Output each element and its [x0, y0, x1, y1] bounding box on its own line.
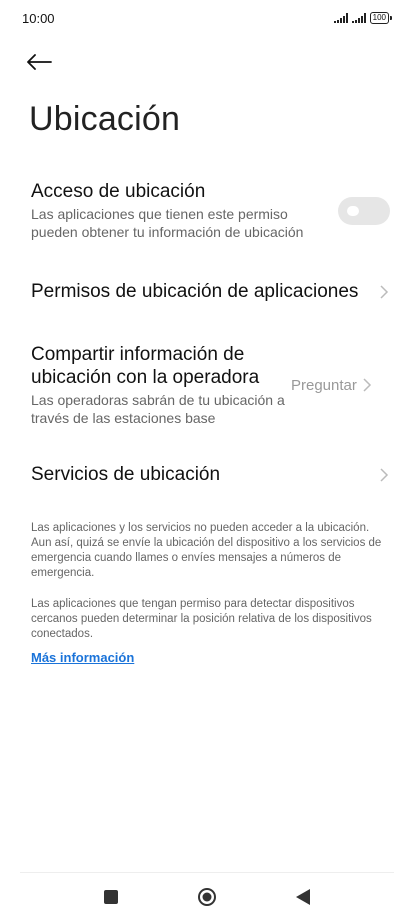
recents-button[interactable]	[99, 885, 123, 909]
info-paragraph-1: Las aplicaciones y los servicios no pued…	[31, 522, 382, 579]
location-access-toggle[interactable]	[338, 196, 390, 225]
chevron-right-icon	[380, 284, 390, 300]
app-permissions-row[interactable]: Permisos de ubicación de aplicaciones	[31, 280, 390, 303]
info-paragraph-2: Las aplicaciones que tengan permiso para…	[31, 598, 372, 640]
location-services-row[interactable]: Servicios de ubicación	[31, 463, 390, 486]
toggle-knob	[347, 205, 359, 216]
more-info-link[interactable]: Más información	[31, 650, 134, 665]
chevron-right-icon	[380, 467, 390, 483]
app-permissions-title: Permisos de ubicación de aplicaciones	[31, 281, 359, 302]
carrier-sharing-title: Compartir información de ubicación con l…	[31, 344, 260, 388]
signal-icon	[333, 13, 348, 23]
location-access-title: Acceso de ubicación	[31, 181, 206, 202]
page-title: Ubicación	[29, 100, 181, 138]
location-access-subtitle: Las aplicaciones que tienen este permiso…	[31, 206, 304, 240]
carrier-sharing-subtitle: Las operadoras sabrán de tu ubicación a …	[31, 392, 285, 426]
status-bar: 10:00 100	[0, 0, 414, 40]
triangle-icon	[296, 888, 310, 905]
nav-back-button[interactable]	[291, 885, 315, 909]
carrier-sharing-value: Preguntar	[291, 376, 357, 394]
battery-level: 100	[369, 12, 389, 24]
status-icons: 100	[333, 12, 392, 24]
location-access-row[interactable]: Acceso de ubicación Las aplicaciones que…	[31, 180, 390, 241]
status-time: 10:00	[22, 11, 55, 26]
navigation-bar	[20, 872, 394, 920]
signal-icon	[351, 13, 366, 23]
circle-icon	[198, 887, 216, 906]
location-services-title: Servicios de ubicación	[31, 464, 221, 485]
arrow-left-icon	[27, 54, 52, 70]
home-button[interactable]	[195, 885, 219, 909]
carrier-sharing-row[interactable]: Compartir información de ubicación con l…	[31, 343, 390, 427]
square-icon	[104, 889, 118, 904]
battery-icon: 100	[369, 12, 392, 24]
chevron-right-icon	[363, 377, 373, 393]
back-button[interactable]	[26, 48, 58, 76]
